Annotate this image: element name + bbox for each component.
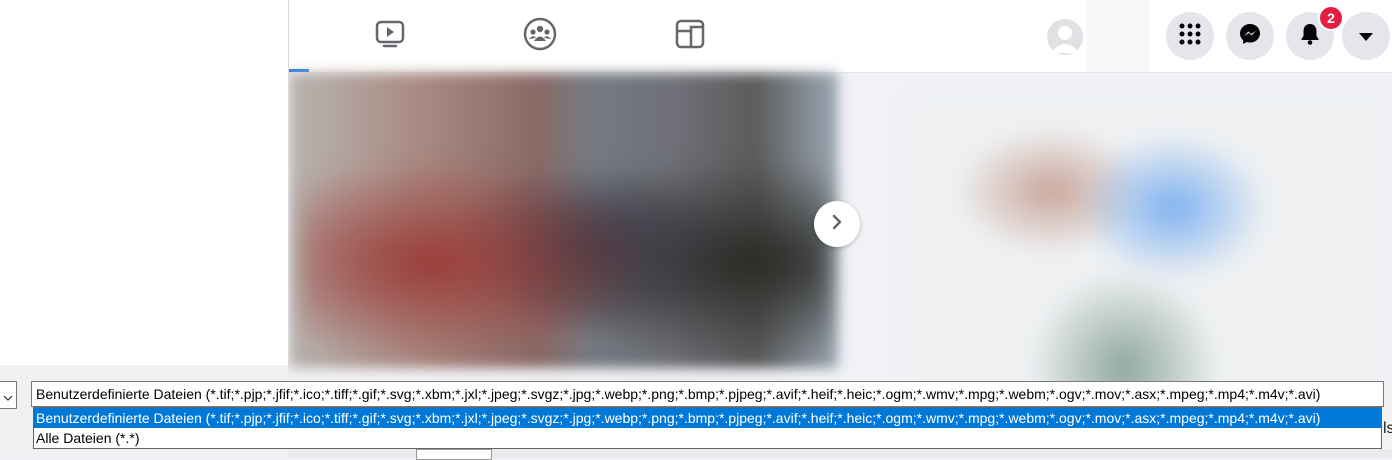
account-button[interactable]	[1342, 12, 1390, 60]
profile-avatar[interactable]	[1047, 19, 1083, 55]
file-type-option-custom[interactable]: Benutzerdefinierte Dateien (*.tif;*.pjp;…	[34, 408, 1381, 428]
partial-page-text: ls	[1383, 420, 1392, 437]
file-type-dropdown-list: Benutzerdefinierte Dateien (*.tif;*.pjp;…	[33, 407, 1382, 449]
file-dialog-navigation-pane[interactable]	[0, 0, 289, 365]
tab-gaming[interactable]	[600, 0, 780, 72]
watch-icon	[375, 20, 405, 52]
gaming-icon	[675, 19, 705, 53]
file-type-select[interactable]: Benutzerdefinierte Dateien (*.tif;*.pjp;…	[31, 381, 1384, 407]
active-tab-indicator	[288, 69, 309, 72]
filename-combo-dropdown-button[interactable]	[0, 381, 17, 409]
chevron-right-icon	[832, 214, 842, 234]
messenger-icon	[1239, 23, 1261, 49]
caret-down-icon	[1358, 27, 1374, 46]
blurred-stories-overlay	[300, 80, 830, 360]
notification-count-badge: 2	[1318, 5, 1344, 31]
menu-button[interactable]	[1166, 12, 1214, 60]
blurred-right-content	[905, 95, 1392, 415]
profile-name-area	[1087, 0, 1149, 72]
next-stories-button[interactable]	[814, 201, 860, 247]
groups-icon	[523, 17, 557, 55]
chevron-down-icon	[3, 386, 13, 405]
file-type-option-all[interactable]: Alle Dateien (*.*)	[34, 428, 1381, 448]
messenger-button[interactable]	[1226, 12, 1274, 60]
bottom-thumbnail	[416, 449, 492, 460]
grid-menu-icon	[1179, 23, 1201, 49]
bell-icon	[1300, 23, 1320, 49]
